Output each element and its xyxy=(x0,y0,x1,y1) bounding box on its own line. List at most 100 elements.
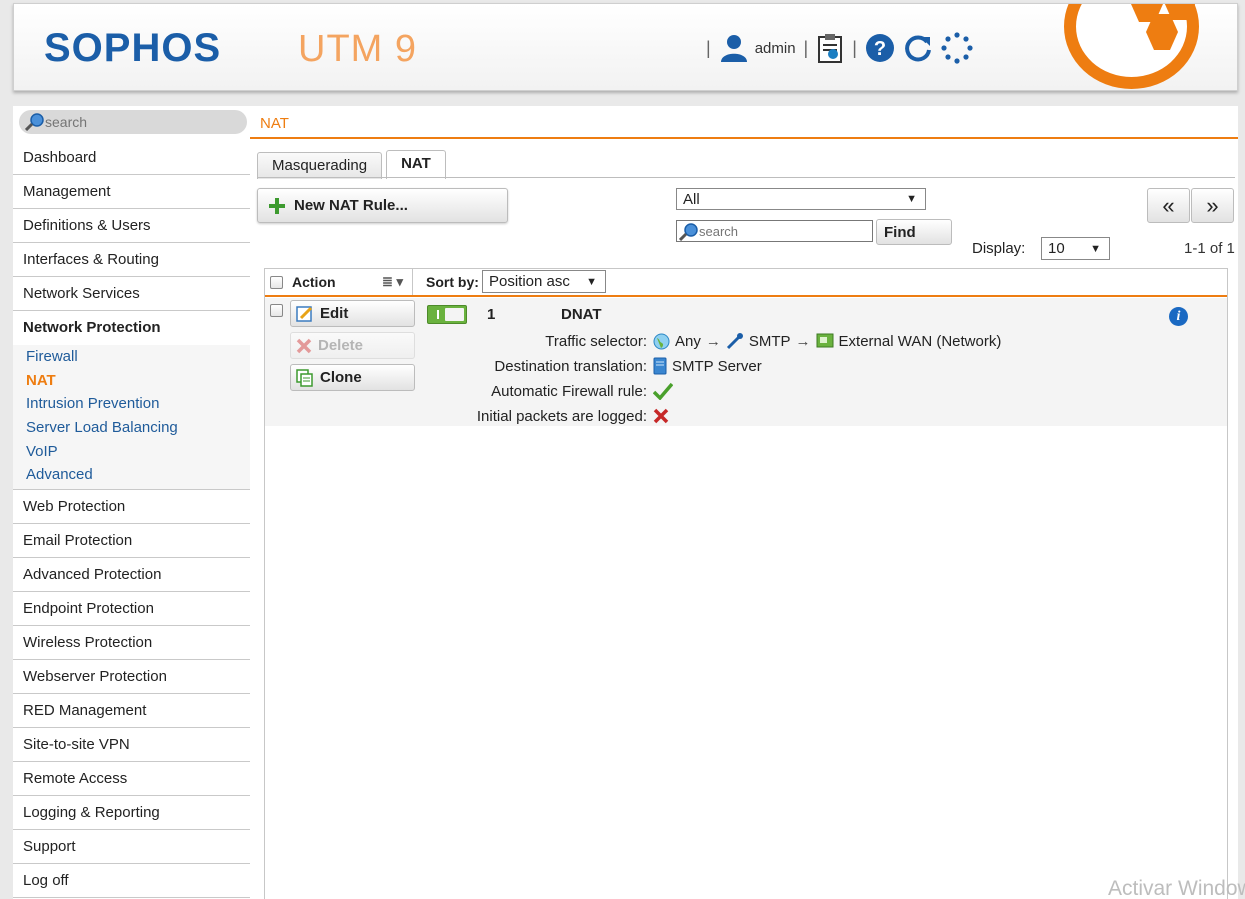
destination-translation-label: Destination translation: xyxy=(494,357,647,375)
previous-page-button[interactable]: « xyxy=(1147,188,1190,223)
arrow-right-icon: → xyxy=(705,332,721,350)
dropdown-arrow-icon: ▼ xyxy=(586,275,597,288)
destination-translation-row: Destination translation: SMTP Server xyxy=(415,356,1065,376)
table-header: Action ≣ ▾ Sort by: Position asc ▼ xyxy=(265,269,1227,297)
sidebar-item-definitions-users[interactable]: Definitions & Users xyxy=(13,209,250,243)
delete-icon xyxy=(296,338,312,353)
windows-activation-watermark: Activar Windows xyxy=(1108,877,1245,899)
refresh-icon[interactable] xyxy=(903,33,933,63)
activity-spinner-icon xyxy=(941,32,973,64)
sidebar-subitem-advanced[interactable]: Advanced xyxy=(13,463,250,487)
clone-button[interactable]: Clone xyxy=(290,364,415,391)
sidebar-search[interactable] xyxy=(19,110,247,134)
sidebar-item-interfaces-routing[interactable]: Interfaces & Routing xyxy=(13,243,250,277)
globe-icon xyxy=(653,333,670,349)
display-label: Display: xyxy=(972,240,1026,257)
pagination-range: 1-1 of 1 xyxy=(1184,240,1235,257)
sidebar-item-network-protection[interactable]: Network Protection xyxy=(13,311,250,345)
filter-search-input[interactable] xyxy=(699,223,869,239)
rule-enabled-toggle[interactable] xyxy=(427,305,467,324)
sidebar-subitem-server-load-balancing[interactable]: Server Load Balancing xyxy=(13,416,250,440)
sidebar-item-logging-reporting[interactable]: Logging & Reporting xyxy=(13,796,250,831)
arrow-right-icon: → xyxy=(795,332,811,350)
info-icon[interactable]: i xyxy=(1169,307,1188,326)
rule-number: 1 xyxy=(487,306,496,323)
sidebar-item-remote-access[interactable]: Remote Access xyxy=(13,762,250,797)
sidebar-item-dashboard[interactable]: Dashboard xyxy=(13,141,250,175)
packets-logged-row: Initial packets are logged: xyxy=(415,406,1065,426)
sophos-logo: SOPHOS xyxy=(44,26,222,70)
sidebar-item-red-management[interactable]: RED Management xyxy=(13,694,250,729)
clipboard-icon[interactable] xyxy=(816,33,844,63)
action-column-header: Action ≣ ▾ xyxy=(265,269,413,295)
traffic-service[interactable]: SMTP xyxy=(749,333,791,350)
select-all-checkbox[interactable] xyxy=(270,275,283,289)
toggle-knob xyxy=(445,308,464,321)
username: admin xyxy=(754,39,796,57)
sidebar-item-advanced-protection[interactable]: Advanced Protection xyxy=(13,558,250,593)
tab-masquerading[interactable]: Masquerading xyxy=(257,152,383,179)
tab-nat[interactable]: NAT xyxy=(386,150,446,179)
new-nat-rule-button[interactable]: New NAT Rule... xyxy=(257,188,508,223)
sidebar-item-web-protection[interactable]: Web Protection xyxy=(13,490,250,525)
auto-firewall-value xyxy=(653,382,673,400)
destination-translation-host[interactable]: SMTP Server xyxy=(672,358,762,375)
traffic-selector-value: Any → SMTP → External WAN (Network) xyxy=(653,332,1001,350)
delete-label: Delete xyxy=(318,337,364,354)
sidebar-subitem-firewall[interactable]: Firewall xyxy=(13,345,250,369)
sort-select[interactable]: Position asc ▼ xyxy=(482,270,606,293)
packets-logged-label: Initial packets are logged: xyxy=(476,407,647,425)
cross-icon xyxy=(653,408,669,424)
sidebar-item-network-services[interactable]: Network Services xyxy=(13,277,250,311)
product-name: UTM 9 xyxy=(298,28,417,70)
column-menu-icon[interactable]: ≣ ▾ xyxy=(382,274,403,290)
clone-icon xyxy=(296,368,313,387)
traffic-destination[interactable]: External WAN (Network) xyxy=(839,333,1002,350)
display-count-select[interactable]: 10 ▼ xyxy=(1041,237,1110,260)
sidebar-item-site-to-site-vpn[interactable]: Site-to-site VPN xyxy=(13,728,250,763)
sidebar-item-email-protection[interactable]: Email Protection xyxy=(13,524,250,559)
sidebar-subnav: Firewall NAT Intrusion Prevention Server… xyxy=(13,345,250,491)
separator: | xyxy=(803,37,809,58)
sidebar-search-input[interactable] xyxy=(45,113,235,131)
sidebar-item-log-off[interactable]: Log off xyxy=(13,864,250,899)
sidebar-item-endpoint-protection[interactable]: Endpoint Protection xyxy=(13,592,250,627)
sidebar-subitem-nat[interactable]: NAT xyxy=(13,369,250,393)
separator: | xyxy=(852,37,857,58)
table-row: Edit Delete Clone 1 DNAT i Traffic selec… xyxy=(265,298,1227,426)
display-count-value: 10 xyxy=(1048,240,1065,257)
clone-label: Clone xyxy=(320,369,362,386)
action-header-label: Action xyxy=(292,274,336,290)
dropdown-arrow-icon: ▼ xyxy=(906,193,917,205)
traffic-source[interactable]: Any xyxy=(675,333,701,350)
filter-search[interactable] xyxy=(676,220,873,242)
sidebar-item-wireless-protection[interactable]: Wireless Protection xyxy=(13,626,250,661)
edit-button[interactable]: Edit xyxy=(290,300,415,327)
filter-select[interactable]: All ▼ xyxy=(676,188,926,210)
find-button[interactable]: Find xyxy=(876,219,952,245)
sophos-emblem xyxy=(1064,4,1199,89)
svg-text:?: ? xyxy=(874,38,886,60)
traffic-selector-row: Traffic selector: Any → SMTP → External … xyxy=(415,331,1065,351)
sidebar-subitem-intrusion-prevention[interactable]: Intrusion Prevention xyxy=(13,392,250,416)
sidebar: Dashboard Management Definitions & Users… xyxy=(13,106,250,899)
user-menu[interactable]: admin xyxy=(719,33,796,63)
header-toolbar: | admin | | ? xyxy=(706,32,973,64)
sidebar-item-management[interactable]: Management xyxy=(13,175,250,209)
next-page-button[interactable]: » xyxy=(1191,188,1234,223)
app-header: SOPHOS UTM 9 | admin | | ? xyxy=(13,3,1238,91)
rules-table: Action ≣ ▾ Sort by: Position asc ▼ Edit … xyxy=(264,268,1228,899)
sidebar-item-support[interactable]: Support xyxy=(13,830,250,865)
user-icon xyxy=(720,35,747,62)
toggle-on-mark xyxy=(437,310,439,319)
tab-divider xyxy=(257,177,1235,178)
sidebar-item-webserver-protection[interactable]: Webserver Protection xyxy=(13,660,250,695)
help-icon[interactable]: ? xyxy=(865,33,895,63)
checkmark-icon xyxy=(653,382,673,400)
separator: | xyxy=(706,37,711,58)
delete-button[interactable]: Delete xyxy=(290,332,415,359)
network-icon xyxy=(816,333,834,348)
row-checkbox[interactable] xyxy=(270,304,283,317)
sidebar-subitem-voip[interactable]: VoIP xyxy=(13,440,250,464)
sort-select-value: Position asc xyxy=(489,273,570,290)
